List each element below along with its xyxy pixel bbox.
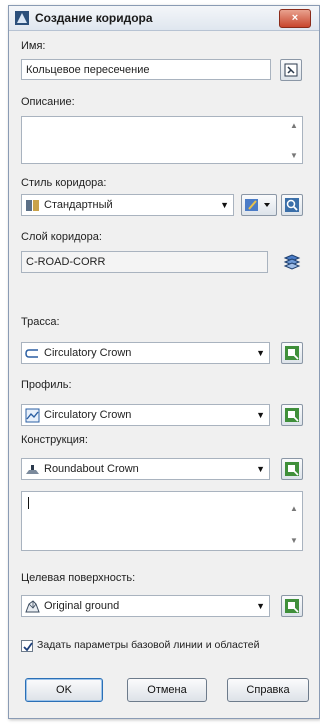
- help-button[interactable]: Справка: [227, 678, 309, 702]
- corridor-style-select[interactable]: Стандартный ▼: [21, 194, 234, 216]
- profile-pick-button[interactable]: [281, 404, 303, 426]
- description-label: Описание:: [21, 96, 75, 108]
- target-surface-value: Original ground: [44, 600, 120, 612]
- pick-from-drawing-icon: [285, 599, 299, 613]
- set-params-label[interactable]: Задать параметры базовой линии и областе…: [37, 639, 259, 651]
- corridor-layer-label: Слой коридора:: [21, 231, 102, 243]
- profile-icon: [25, 408, 40, 423]
- surface-pick-button[interactable]: [281, 595, 303, 617]
- assembly-select[interactable]: Roundabout Crown ▼: [21, 458, 270, 480]
- chevron-down-icon: ▼: [256, 464, 265, 474]
- corridor-layer-field: C-ROAD-CORR: [21, 251, 268, 273]
- pick-name-button[interactable]: [280, 59, 302, 81]
- assembly-icon: [26, 465, 39, 474]
- text-cursor: [28, 497, 29, 509]
- ok-button[interactable]: OK: [25, 678, 103, 702]
- checkmark-icon: [23, 642, 33, 652]
- scroll-down-icon[interactable]: ▼: [288, 151, 300, 160]
- create-corridor-dialog: Создание коридора × Имя: Кольцевое перес…: [8, 5, 320, 719]
- assembly-label: Конструкция:: [21, 434, 88, 446]
- chevron-down-icon: ▼: [220, 200, 229, 210]
- assembly-notes-textarea[interactable]: ▲ ▼: [21, 491, 303, 551]
- profile-select[interactable]: Circulatory Crown ▼: [21, 404, 270, 426]
- description-textarea[interactable]: ▲ ▼: [21, 116, 303, 164]
- corridor-app-icon: [15, 11, 29, 25]
- layer-button[interactable]: [281, 251, 303, 273]
- corridor-style-value: Стандартный: [44, 199, 113, 211]
- edit-style-icon: [245, 199, 270, 211]
- style-edit-button[interactable]: [241, 194, 277, 216]
- chevron-down-icon: ▼: [256, 348, 265, 358]
- chevron-down-icon: ▼: [256, 601, 265, 611]
- assembly-pick-button[interactable]: [281, 458, 303, 480]
- profile-value: Circulatory Crown: [44, 409, 132, 421]
- browse-style-icon: [285, 198, 299, 212]
- profile-label: Профиль:: [21, 379, 72, 391]
- pick-from-drawing-icon: [285, 408, 299, 422]
- style-browse-button[interactable]: [281, 194, 303, 216]
- target-surface-label: Целевая поверхность:: [21, 572, 136, 584]
- chevron-down-icon: ▼: [256, 410, 265, 420]
- corridor-style-icon: [26, 200, 39, 211]
- close-button[interactable]: ×: [279, 9, 311, 28]
- set-params-checkbox[interactable]: [21, 640, 33, 652]
- pick-from-drawing-icon: [285, 346, 299, 360]
- scroll-up-icon[interactable]: ▲: [288, 504, 300, 513]
- alignment-select[interactable]: Circulatory Crown ▼: [21, 342, 270, 364]
- scroll-down-icon[interactable]: ▼: [288, 536, 300, 545]
- surface-icon: [25, 600, 40, 613]
- name-template-icon: [284, 63, 298, 77]
- alignment-value: Circulatory Crown: [44, 347, 132, 359]
- alignment-pick-button[interactable]: [281, 342, 303, 364]
- name-value: Кольцевое пересечение: [26, 64, 150, 76]
- corridor-layer-value: C-ROAD-CORR: [26, 256, 106, 268]
- layers-icon: [283, 254, 301, 270]
- assembly-value: Roundabout Crown: [44, 463, 139, 475]
- scroll-up-icon[interactable]: ▲: [288, 121, 300, 130]
- target-surface-select[interactable]: Original ground ▼: [21, 595, 270, 617]
- cancel-button[interactable]: Отмена: [127, 678, 207, 702]
- name-label: Имя:: [21, 40, 46, 52]
- dialog-title: Создание коридора: [35, 11, 153, 25]
- corridor-style-label: Стиль коридора:: [21, 177, 107, 189]
- close-icon: ×: [291, 12, 299, 24]
- alignment-label: Трасса:: [21, 316, 60, 328]
- alignment-icon: [25, 349, 38, 358]
- name-input[interactable]: Кольцевое пересечение: [21, 59, 271, 80]
- title-bar[interactable]: Создание коридора ×: [9, 6, 319, 31]
- pick-from-drawing-icon: [285, 462, 299, 476]
